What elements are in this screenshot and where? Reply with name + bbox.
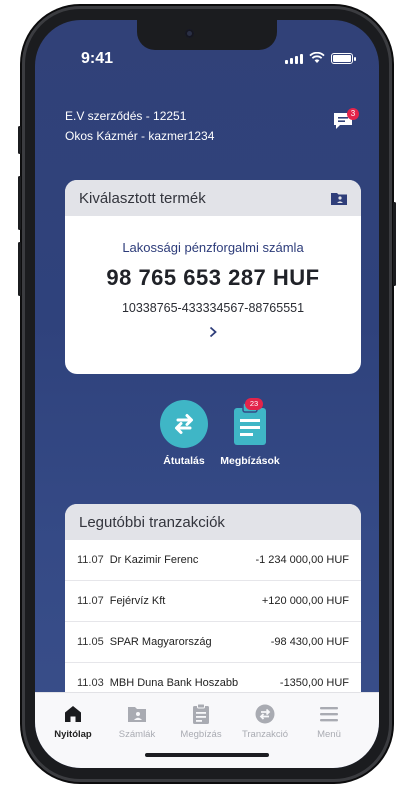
tab-accounts[interactable]: Számlák — [105, 703, 169, 740]
transaction-amount: -1 234 000,00 HUF — [255, 554, 349, 566]
transaction-row[interactable]: 11.05 SPAR Magyarország -98 430,00 HUF — [65, 622, 361, 663]
selected-product-card[interactable]: Kiválasztott termék Lakossági pénzforgal… — [65, 180, 361, 374]
volume-down-button — [18, 242, 21, 296]
transaction-amount: -1350,00 HUF — [279, 677, 349, 689]
transaction-row[interactable]: 11.07 Fejérvíz Kft +120 000,00 HUF — [65, 581, 361, 622]
transfer-label: Átutalás — [163, 455, 205, 467]
transaction-date: 11.03 — [77, 677, 104, 689]
signal-icon — [285, 54, 303, 64]
orders-button[interactable]: Megbízások — [213, 400, 287, 467]
transfer-button[interactable]: Átutalás — [149, 400, 219, 467]
clipboard-icon — [193, 703, 209, 724]
transaction-amount: -98 430,00 HUF — [270, 636, 349, 648]
transaction-name: Fejérvíz Kft — [109, 595, 166, 607]
notch — [137, 20, 277, 50]
orders-label: Megbízások — [220, 455, 280, 467]
camera — [185, 29, 194, 38]
transaction-date: 11.07 — [77, 595, 104, 607]
folder-icon[interactable] — [331, 192, 347, 205]
folder-icon — [128, 707, 146, 722]
tab-transactions[interactable]: Tranzakció — [233, 703, 297, 740]
product-name: Lakossági pénzforgalmi számla — [122, 240, 304, 255]
battery-icon — [331, 53, 356, 64]
transaction-date: 11.07 — [77, 554, 104, 566]
contract-label: E.V szerződés - 12251 — [65, 109, 187, 123]
transaction-name: MBH Duna Bank Hoszabb — [109, 677, 239, 689]
selected-product-header: Kiválasztott termék — [65, 180, 361, 216]
tab-accounts-label: Számlák — [118, 729, 156, 740]
notification-badge: 3 — [347, 108, 359, 120]
wifi-icon — [309, 52, 325, 63]
transaction-icon — [255, 704, 275, 724]
power-button — [393, 202, 396, 286]
phone-frame: 9:41 E.V szerződés - 12251 Okos Kázmér -… — [18, 6, 396, 782]
account-info[interactable]: E.V szerződés - 12251 Okos Kázmér - kazm… — [65, 106, 214, 146]
status-icons — [285, 52, 356, 64]
tab-menu-label: Menü — [317, 729, 341, 740]
recent-transactions-card: Legutóbbi tranzakciók 11.07 Dr Kazimir Fe… — [65, 504, 361, 714]
transaction-name: SPAR Magyarország — [109, 636, 212, 648]
status-time: 9:41 — [81, 50, 114, 67]
tab-orders-label: Megbízás — [180, 729, 222, 740]
transaction-amount: +120 000,00 HUF — [261, 595, 349, 607]
bottom-tab-bar: Nyitólap Számlák Megbízás Tranzakció Men… — [35, 692, 379, 768]
app-screen: 9:41 E.V szerződés - 12251 Okos Kázmér -… — [35, 20, 379, 768]
mute-switch — [18, 126, 21, 154]
transaction-date: 11.05 — [77, 636, 104, 648]
account-number: 10338765-433334567-88765551 — [121, 301, 305, 315]
tab-home-label: Nyitólap — [54, 729, 92, 740]
hamburger-icon — [320, 707, 338, 722]
chevron-right-icon — [209, 326, 217, 338]
tab-home[interactable]: Nyitólap — [41, 703, 105, 740]
volume-up-button — [18, 176, 21, 230]
recent-transactions-header: Legutóbbi tranzakciók — [65, 504, 361, 540]
tab-menu[interactable]: Menü — [297, 703, 361, 740]
orders-badge: 23 — [245, 398, 263, 410]
tab-transactions-label: Tranzakció — [241, 729, 289, 740]
product-details-button[interactable] — [65, 325, 361, 343]
transaction-row[interactable]: 11.07 Dr Kazimir Ferenc -1 234 000,00 HUF — [65, 540, 361, 581]
user-label: Okos Kázmér - kazmer1234 — [65, 129, 215, 143]
tab-orders[interactable]: Megbízás — [169, 703, 233, 740]
product-balance: 98 765 653 287 HUF — [106, 265, 320, 290]
selected-product-title: Kiválasztott termék — [79, 189, 206, 207]
transaction-name: Dr Kazimir Ferenc — [109, 554, 199, 566]
transfer-icon — [160, 400, 208, 448]
home-indicator[interactable] — [145, 753, 269, 757]
home-icon — [65, 706, 81, 722]
